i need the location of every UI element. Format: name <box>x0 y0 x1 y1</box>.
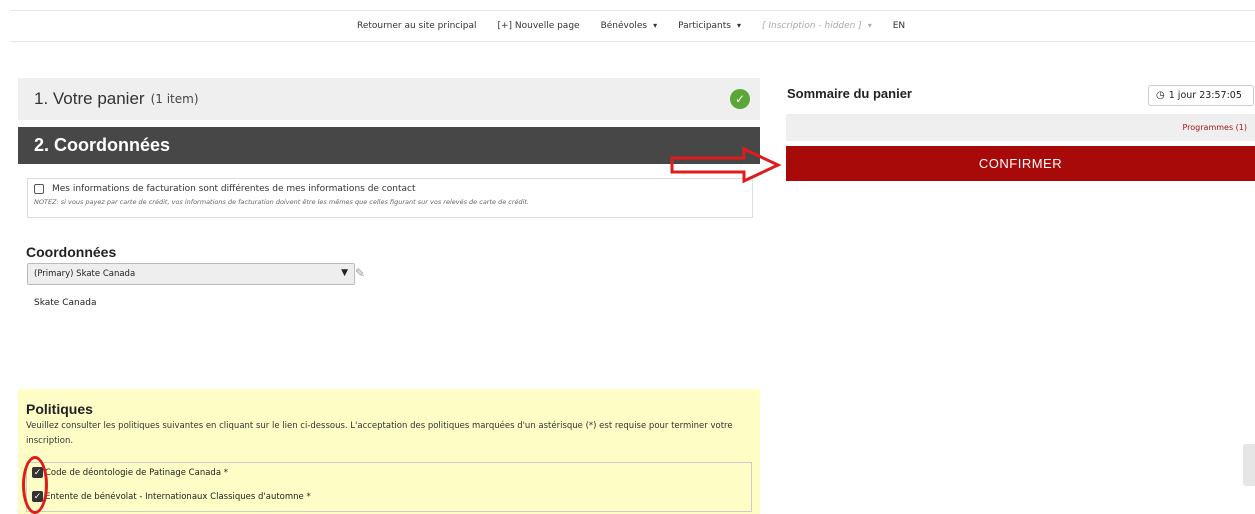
nav-item-label: EN <box>892 21 906 31</box>
policies-description: Veuillez consulter les politiques suivan… <box>26 421 733 446</box>
annotation-oval <box>22 456 48 514</box>
policy-label[interactable]: Entente de bénévolat - Internationaux Cl… <box>45 492 311 502</box>
nav-item-label: Retourner au site principal <box>357 21 477 31</box>
cart-step-panel[interactable]: 1. Votre panier (1 item) ✓ <box>18 78 760 120</box>
edit-pencil-icon[interactable]: ✎ <box>355 266 369 280</box>
cart-item-count: (1 item) <box>150 92 199 106</box>
nav-item[interactable]: Participants ▾ <box>678 21 741 31</box>
cart-summary-title: Sommaire du panier <box>787 86 912 101</box>
programs-row: Programmes (1) <box>786 114 1255 141</box>
side-panel-tab[interactable] <box>1243 444 1255 486</box>
policies-section: Politiques Veuillez consulter les politi… <box>18 389 760 514</box>
caret-down-icon: ▾ <box>736 21 741 30</box>
policy-item[interactable]: ✓ Entente de bénévolat - Internationaux … <box>32 491 311 502</box>
billing-different-checkbox[interactable] <box>34 184 44 194</box>
chevron-down-icon: ▼ <box>341 268 348 278</box>
session-timer: ◷ 1 jour 23:57:05 <box>1148 85 1254 106</box>
nav-item[interactable]: Retourner au site principal <box>357 21 476 31</box>
programs-link[interactable]: Programmes (1) <box>1182 123 1247 132</box>
timer-value: 1 jour 23:57:05 <box>1168 90 1242 101</box>
policy-label[interactable]: Code de déontologie de Patinage Canada * <box>45 468 228 478</box>
contact-select[interactable]: (Primary) Skate Canada ▼ <box>27 263 355 285</box>
contact-select-value: (Primary) Skate Canada <box>34 269 136 279</box>
nav-item[interactable]: EN <box>893 21 905 31</box>
coordinates-step-title: 2. Coordonnées <box>34 135 171 155</box>
billing-note: NOTEZ: si vous payez par carte de crédit… <box>34 198 530 206</box>
caret-down-icon: ▾ <box>653 21 658 30</box>
billing-checkbox-label: Mes informations de facturation sont dif… <box>52 184 416 194</box>
nav-item-label: Bénévoles <box>600 21 648 31</box>
cart-step-title: 1. Votre panier <box>34 89 145 108</box>
nav-item-label: [+] Nouvelle page <box>497 21 580 31</box>
policies-list: ✓ Code de déontologie de Patinage Canada… <box>26 462 752 512</box>
coordinates-heading: Coordonnées <box>26 244 117 260</box>
nav-item[interactable]: [+] Nouvelle page <box>497 21 579 31</box>
clock-icon: ◷ <box>1156 90 1165 101</box>
annotation-arrow-icon <box>670 146 782 184</box>
nav-item[interactable]: Bénévoles ▾ <box>601 21 658 31</box>
nav-item-label: [ Inscription - hidden ] <box>762 21 862 31</box>
contact-name: Skate Canada <box>34 298 97 308</box>
policies-heading: Politiques <box>26 401 93 417</box>
top-navigation: Retourner au site principal [+] Nouvelle … <box>10 10 1255 42</box>
confirm-button[interactable]: CONFIRMER <box>786 146 1255 181</box>
nav-item[interactable]: [ Inscription - hidden ] ▾ <box>762 21 872 31</box>
nav-item-label: Participants <box>678 21 731 31</box>
policy-item[interactable]: ✓ Code de déontologie de Patinage Canada… <box>32 467 228 478</box>
billing-info-box: Mes informations de facturation sont dif… <box>27 178 753 218</box>
coordinates-step-panel: 2. Coordonnées <box>18 127 760 164</box>
caret-down-icon: ▾ <box>867 21 872 30</box>
check-circle-icon: ✓ <box>730 89 750 109</box>
